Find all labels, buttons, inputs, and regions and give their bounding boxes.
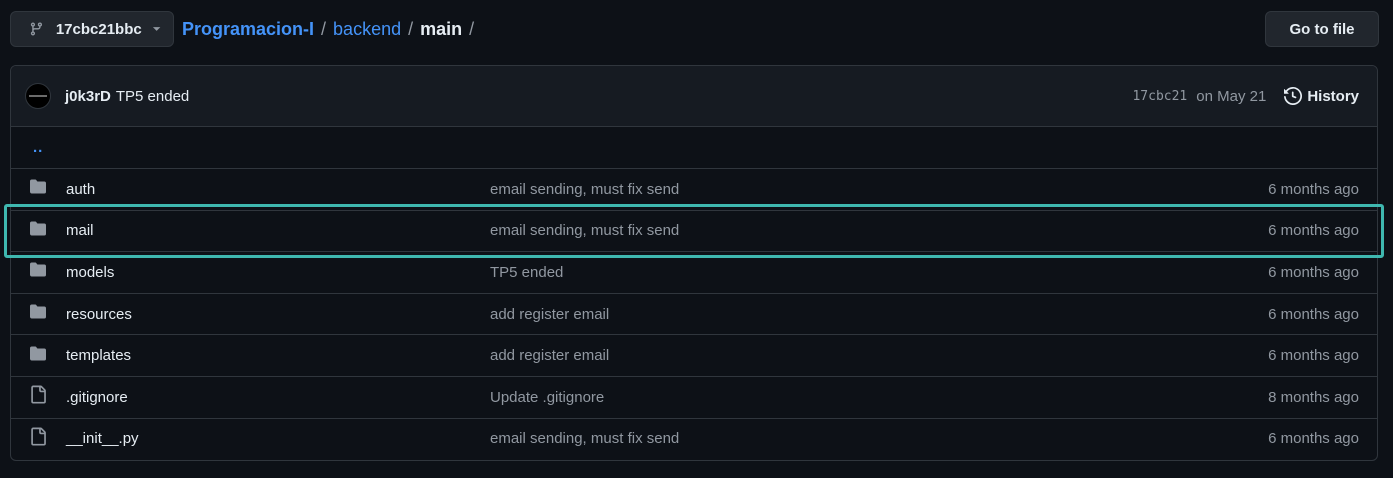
file-name-link[interactable]: templates (66, 347, 131, 364)
file-row[interactable]: .gitignore Update .gitignore 8 months ago (11, 375, 1377, 418)
file-list: j0k3rD TP5 ended 17cbc21 on May 21 Histo… (10, 65, 1378, 461)
folder-icon (29, 179, 47, 200)
file-name-link[interactable]: .gitignore (66, 389, 128, 406)
file-name-link[interactable]: __init__.py (66, 430, 139, 447)
file-name-link[interactable]: mail (66, 222, 94, 239)
file-commit-message-link[interactable]: TP5 ended (490, 264, 563, 281)
branch-name: 17cbc21bbc (55, 20, 142, 38)
file-row[interactable]: __init__.py email sending, must fix send 6… (11, 417, 1377, 460)
breadcrumb-backend-link[interactable]: backend (333, 17, 401, 41)
file-name-link[interactable]: models (66, 264, 114, 281)
file-row[interactable]: auth email sending, must fix send 6 months… (11, 168, 1377, 210)
breadcrumb-separator: / (469, 19, 475, 39)
file-rows: auth email sending, must fix send 6 months… (11, 168, 1377, 459)
commit-message[interactable]: TP5 ended (116, 88, 189, 105)
file-commit-age: 8 months ago (1268, 388, 1359, 406)
file-row[interactable]: resources add register email 6 months ago (11, 292, 1377, 335)
avatar-image (29, 95, 47, 97)
latest-commit-bar: j0k3rD TP5 ended 17cbc21 on May 21 Histo… (11, 66, 1377, 127)
file-commit-age: 6 months ago (1268, 347, 1359, 365)
file-commit-message-link[interactable]: Update .gitignore (490, 389, 604, 406)
top-bar: 17cbc21bbc Programacion-I / backend / ma… (0, 0, 1393, 60)
folder-icon (29, 262, 47, 283)
commit-meta: 17cbc21 on May 21 History (1132, 66, 1359, 126)
history-button[interactable]: History (1284, 87, 1359, 105)
file-commit-age: 6 months ago (1268, 263, 1359, 281)
file-commit-age: 6 months ago (1268, 305, 1359, 323)
branch-selector-button[interactable]: 17cbc21bbc (10, 11, 174, 47)
file-icon (29, 427, 47, 450)
folder-icon (29, 220, 47, 241)
file-name-link[interactable]: auth (66, 181, 95, 198)
file-commit-message-link[interactable]: email sending, must fix send (490, 222, 679, 239)
file-commit-age: 6 months ago (1268, 180, 1359, 198)
parent-directory-row[interactable]: .. (11, 127, 1377, 168)
history-icon (1284, 87, 1303, 105)
history-label: History (1307, 87, 1359, 105)
parent-directory-link[interactable]: .. (33, 139, 43, 156)
file-row[interactable]: templates add register email 6 months ago (11, 334, 1377, 376)
file-icon (29, 385, 47, 409)
file-name-link[interactable]: resources (66, 306, 132, 323)
go-to-file-button[interactable]: Go to file (1265, 11, 1379, 47)
commit-date: on May 21 (1196, 87, 1267, 105)
breadcrumb-separator: / (408, 19, 414, 39)
avatar[interactable] (25, 83, 51, 109)
breadcrumb: Programacion-I / backend / main / (182, 17, 481, 41)
git-branch-icon (30, 22, 42, 36)
folder-icon (29, 345, 47, 366)
file-commit-message-link[interactable]: email sending, must fix send (490, 430, 679, 447)
file-commit-message-link[interactable]: add register email (490, 306, 609, 323)
file-commit-age: 6 months ago (1268, 222, 1359, 240)
file-commit-age: 6 months ago (1268, 430, 1359, 448)
breadcrumb-current: main (420, 19, 463, 39)
breadcrumb-repo-link[interactable]: Programacion-I (182, 17, 314, 41)
breadcrumb-separator: / (321, 19, 327, 39)
caret-down-icon (152, 27, 161, 31)
commit-sha-link[interactable]: 17cbc21 (1132, 89, 1187, 104)
commit-author[interactable]: j0k3rD (65, 88, 111, 105)
file-row[interactable]: models TP5 ended 6 months ago (11, 251, 1377, 293)
file-row[interactable]: mail email sending, must fix send 6 months… (11, 209, 1377, 252)
file-commit-message-link[interactable]: email sending, must fix send (490, 181, 679, 198)
folder-icon (29, 304, 47, 325)
file-commit-message-link[interactable]: add register email (490, 347, 609, 364)
